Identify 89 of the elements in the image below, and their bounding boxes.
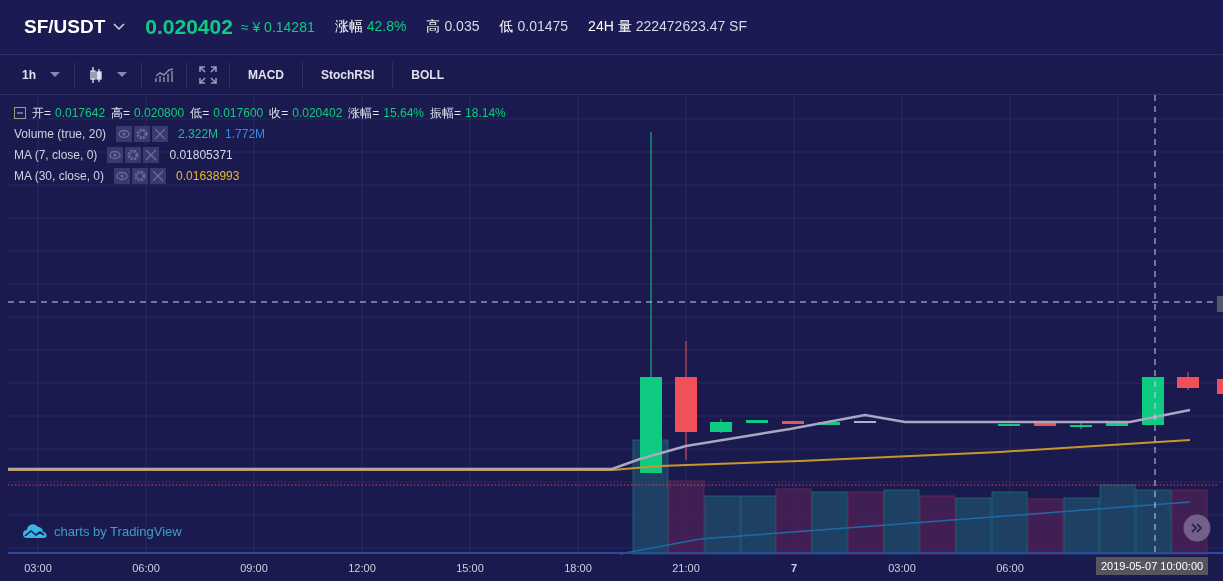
candle: [1177, 371, 1199, 391]
crosshair-time-label: 2019-05-07 10:00:00: [1096, 557, 1209, 575]
interval-dropdown[interactable]: 1h: [20, 67, 62, 82]
study-name: MA (7, close, 0): [14, 148, 98, 162]
stat-label: 涨幅: [334, 18, 363, 36]
settings-icon[interactable]: [132, 168, 149, 184]
caret-icon: [117, 72, 127, 77]
candle: [1106, 422, 1128, 427]
volume-bar: [775, 488, 812, 555]
ohlc-label: 低=: [190, 104, 210, 122]
study-name: Volume (true, 20): [14, 127, 107, 141]
axis-label: 18:00: [564, 562, 592, 574]
candle: [854, 420, 876, 424]
candle: [710, 418, 732, 434]
indicator-button[interactable]: BOLL: [405, 67, 451, 82]
ohlc-value: 18.14%: [465, 106, 506, 120]
pair-selector[interactable]: SF/USDT: [24, 16, 126, 38]
scroll-right-button[interactable]: [1183, 514, 1211, 542]
volume-bar: [1135, 489, 1172, 555]
eye-icon[interactable]: [116, 126, 133, 142]
volume-bar: [811, 491, 848, 555]
eye-icon[interactable]: [114, 168, 131, 184]
ohlc-value: 0.020800: [134, 106, 185, 120]
collapse-icon[interactable]: [14, 107, 26, 119]
close-icon[interactable]: [152, 126, 169, 142]
last-price: 0.020402: [145, 15, 233, 39]
indicators-icon[interactable]: [154, 66, 174, 83]
close-icon[interactable]: [150, 168, 167, 184]
stat-value: 0.035: [444, 18, 480, 36]
caret-icon: [50, 72, 60, 77]
axis-label: 09:00: [240, 562, 268, 574]
study-name: MA (30, close, 0): [14, 169, 105, 183]
ohlc-label: 收=: [269, 104, 289, 122]
volume-bar: [919, 495, 956, 555]
close-icon[interactable]: [143, 147, 160, 163]
candle: [746, 419, 768, 424]
indicator-button[interactable]: MACD: [242, 67, 290, 82]
axis-label: 03:00: [24, 562, 52, 574]
stat-label: 低: [499, 18, 514, 36]
price-axis-marker: [1217, 296, 1223, 312]
axis-label: 03:00: [888, 562, 916, 574]
ohlc-value: 0.017642: [55, 106, 106, 120]
volume-bar: [1027, 498, 1064, 555]
ohlc-label: 振幅=: [430, 104, 462, 122]
volume-bar: [1063, 497, 1100, 555]
study-value: 2.322M: [178, 127, 219, 141]
volume-bar: [1099, 484, 1136, 555]
stat-value: 0.01475: [517, 18, 569, 36]
ohlc-value: 15.64%: [383, 106, 425, 120]
settings-icon[interactable]: [125, 147, 142, 163]
candlestick-icon: [89, 65, 103, 84]
chevron-down-icon: [113, 23, 126, 31]
axis-label: 06:00: [996, 562, 1024, 574]
axis-label: 7: [790, 562, 798, 574]
cloud-logo-icon: [22, 523, 48, 539]
stat-value: 222472623.47 SF: [635, 18, 747, 36]
indicator-button[interactable]: StochRSI: [315, 67, 381, 82]
candle: [1217, 379, 1223, 394]
axis-label: 15:00: [456, 562, 484, 574]
branding-text: charts by TradingView: [54, 523, 182, 539]
stat-label: 高: [426, 18, 441, 36]
ohlc-value: 0.020402: [292, 106, 343, 120]
axis-label: 06:00: [132, 562, 160, 574]
volume-bar: [991, 491, 1028, 555]
candle: [818, 421, 840, 426]
candle: [1070, 422, 1092, 430]
fullscreen-icon[interactable]: [199, 65, 217, 84]
ohlc-label: 涨幅=: [348, 104, 380, 122]
study-value: 0.01805371: [169, 148, 233, 162]
volume-bar: [955, 497, 992, 555]
study-value: 1.772M: [225, 127, 266, 141]
stat-label: 24H 量: [588, 18, 632, 36]
volume-bar: [704, 495, 741, 555]
axis-label: 12:00: [348, 562, 376, 574]
ohlc-label: 高=: [111, 104, 131, 122]
candle: [1142, 376, 1164, 426]
candle: [998, 423, 1020, 427]
ohlc-value: 0.017600: [213, 106, 264, 120]
chart-type-dropdown[interactable]: [87, 65, 129, 84]
volume-bar: [847, 491, 884, 555]
volume-bar: [883, 489, 920, 555]
axis-label: 21:00: [672, 562, 700, 574]
eye-icon[interactable]: [107, 147, 124, 163]
candle: [782, 420, 804, 425]
fiat-price: ≈ ¥ 0.14281: [240, 19, 315, 35]
study-value: 0.01638993: [176, 169, 240, 183]
stat-value: 42.8%: [366, 18, 407, 36]
ohlc-label: 开=: [32, 104, 51, 122]
settings-icon[interactable]: [134, 126, 151, 142]
